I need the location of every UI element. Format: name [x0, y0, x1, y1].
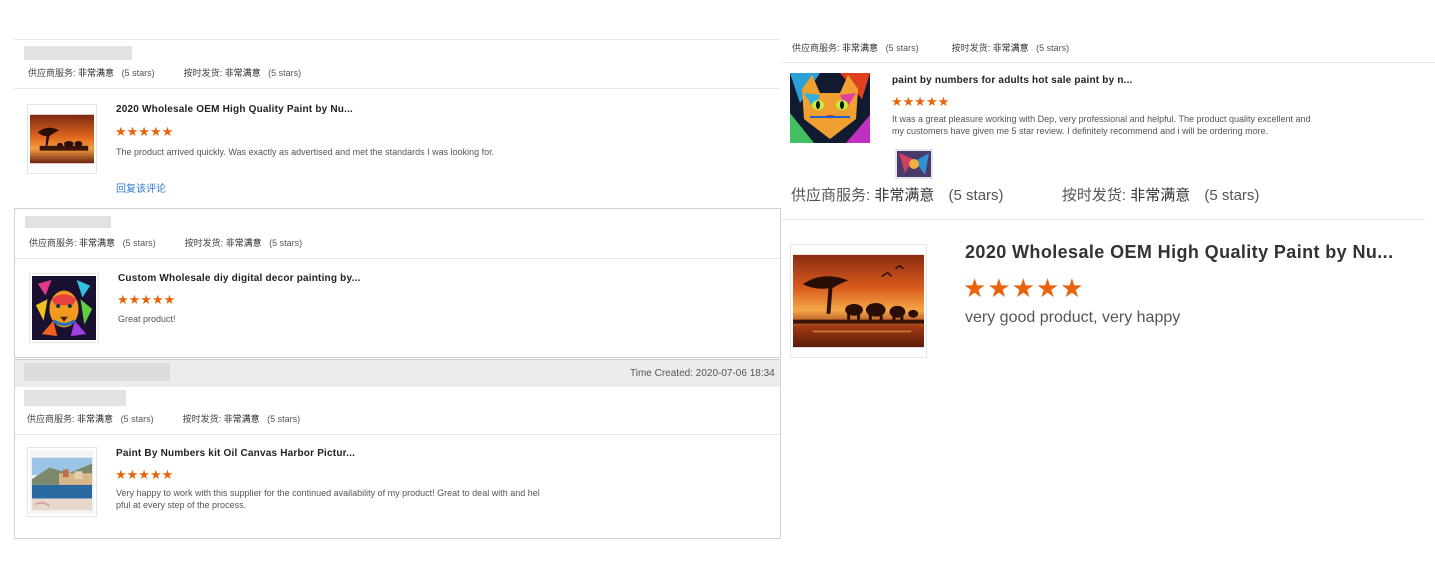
- colorful-lion-image: [32, 276, 96, 340]
- harbor-painting-image: [30, 450, 94, 514]
- review-comment-line: pful at every step of the process.: [116, 500, 247, 510]
- review-comment-line: my customers have given me 5 star review…: [892, 126, 1269, 136]
- supplier-service-label: 供应商服务:: [29, 238, 77, 248]
- supplier-service-value: 非常满意: [79, 238, 116, 248]
- product-title[interactable]: 2020 Wholesale OEM High Quality Paint by…: [116, 104, 353, 115]
- delivery-label: 按时发货:: [182, 414, 222, 424]
- divider: [15, 258, 780, 259]
- supplier-service-stars: (5 stars): [948, 187, 1004, 204]
- supplier-ratings: 供应商服务: 非常满意 (5 stars) 按时发货: 非常满意 (5 star…: [29, 236, 302, 249]
- redacted-company: [24, 390, 126, 406]
- review-comment: Very happy to work with this supplier fo…: [116, 487, 540, 511]
- sunset-elephants-image: [793, 254, 924, 348]
- review-photo-image: [895, 149, 933, 179]
- colorful-cat-image: [790, 73, 870, 143]
- review-photo-thumbnail[interactable]: [895, 149, 933, 179]
- supplier-ratings: 供应商服务: 非常满意 (5 stars) 按时发货: 非常满意 (5 star…: [792, 41, 1069, 54]
- delivery-stars: (5 stars): [269, 238, 303, 248]
- supplier-ratings: 供应商服务: 非常满意 (5 stars) 按时发货: 非常满意 (5 star…: [791, 184, 1259, 205]
- delivery-label: 按时发货:: [183, 68, 223, 78]
- product-title[interactable]: Custom Wholesale diy digital decor paint…: [118, 273, 360, 284]
- divider: [15, 434, 780, 435]
- redacted-username: [25, 216, 111, 228]
- supplier-service-stars: (5 stars): [121, 68, 155, 78]
- delivery-stars: (5 stars): [1036, 43, 1070, 53]
- divider: [14, 88, 780, 89]
- supplier-service-value: 非常满意: [77, 414, 114, 424]
- sunset-elephants-image: [30, 114, 94, 164]
- star-rating: ★★★★★: [891, 94, 950, 109]
- supplier-service-label: 供应商服务:: [27, 414, 75, 424]
- delivery-value: 非常满意: [1130, 187, 1191, 204]
- delivery-value: 非常满意: [992, 43, 1029, 53]
- delivery-value: 非常满意: [223, 414, 260, 424]
- supplier-service-value: 非常满意: [842, 43, 879, 53]
- review-comment: very good product, very happy: [965, 309, 1181, 326]
- supplier-service-stars: (5 stars): [885, 43, 919, 53]
- review-comment-line: Very happy to work with this supplier fo…: [116, 488, 540, 498]
- delivery-label: 按时发货:: [951, 43, 991, 53]
- supplier-service-label: 供应商服务:: [28, 68, 76, 78]
- supplier-service-stars: (5 stars): [120, 414, 154, 424]
- divider: [782, 62, 1435, 63]
- supplier-service-label: 供应商服务:: [792, 43, 840, 53]
- reply-review-link[interactable]: 回复该评论: [116, 180, 166, 195]
- redacted-username: [24, 363, 170, 381]
- star-rating: ★★★★★: [115, 467, 174, 482]
- supplier-service-label: 供应商服务:: [791, 187, 871, 204]
- review-comment-line: It was a great pleasure working with Dep…: [892, 114, 1311, 124]
- review-comment: Great product!: [118, 314, 176, 324]
- delivery-label: 按时发货:: [1061, 187, 1127, 204]
- delivery-stars: (5 stars): [268, 68, 302, 78]
- review-comment: The product arrived quickly. Was exactly…: [116, 147, 495, 157]
- supplier-ratings: 供应商服务: 非常满意 (5 stars) 按时发货: 非常满意 (5 star…: [28, 66, 301, 79]
- star-rating: ★★★★★: [115, 124, 174, 139]
- divider: [782, 219, 1425, 220]
- product-title[interactable]: 2020 Wholesale OEM High Quality Paint by…: [965, 242, 1394, 263]
- review-comment: It was a great pleasure working with Dep…: [892, 113, 1311, 137]
- product-thumbnail[interactable]: [790, 244, 927, 358]
- delivery-stars: (5 stars): [1204, 187, 1260, 204]
- product-thumbnail[interactable]: [27, 104, 97, 174]
- supplier-service-value: 非常满意: [78, 68, 115, 78]
- redacted-username: [24, 46, 132, 60]
- star-rating: ★★★★★: [963, 273, 1085, 303]
- delivery-value: 非常满意: [224, 68, 261, 78]
- time-created: Time Created: 2020-07-06 18:34: [630, 368, 775, 379]
- product-title[interactable]: paint by numbers for adults hot sale pai…: [892, 75, 1133, 86]
- divider: [14, 39, 780, 40]
- delivery-value: 非常满意: [225, 238, 262, 248]
- supplier-ratings: 供应商服务: 非常满意 (5 stars) 按时发货: 非常满意 (5 star…: [27, 412, 300, 425]
- product-title[interactable]: Paint By Numbers kit Oil Canvas Harbor P…: [116, 448, 355, 459]
- product-thumbnail[interactable]: [29, 273, 99, 343]
- product-thumbnail[interactable]: [790, 73, 870, 143]
- delivery-label: 按时发货:: [184, 238, 224, 248]
- star-rating: ★★★★★: [117, 292, 176, 307]
- product-thumbnail[interactable]: [27, 447, 97, 517]
- delivery-stars: (5 stars): [267, 414, 301, 424]
- supplier-service-stars: (5 stars): [122, 238, 156, 248]
- supplier-service-value: 非常满意: [874, 187, 935, 204]
